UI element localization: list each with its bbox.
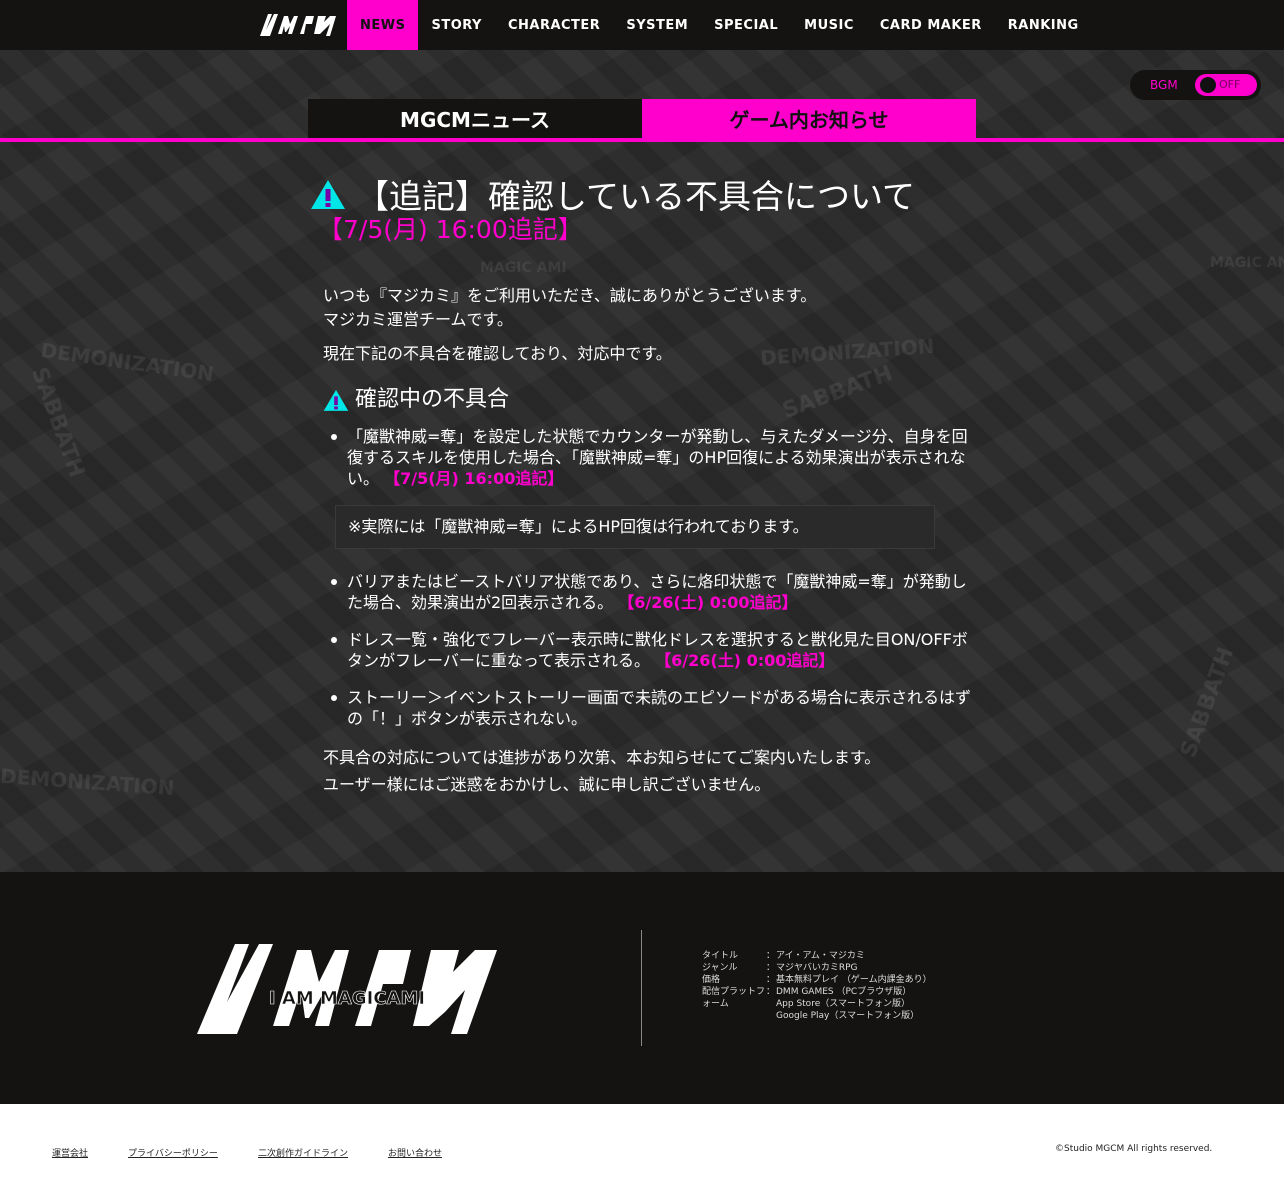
intro-line-1: いつも『マジカミ』をご利用いただき、誠にありがとうございます。 (323, 286, 817, 305)
info-key: 価格 (702, 975, 721, 985)
link-privacy-policy[interactable]: プライバシーポリシー (128, 1146, 218, 1159)
info-sep: ： (766, 987, 776, 997)
warning-icon (311, 180, 345, 209)
info-row: ジャンル ： マジヤバいカミRPG (702, 962, 932, 974)
nav-system[interactable]: SYSTEM (613, 0, 701, 50)
issue-item: ドレス一覧・強化でフレーバー表示時に獣化ドレスを選択すると獣化見た目ON/OFF… (323, 629, 978, 671)
info-value: App Store（スマートフォン版） (776, 999, 910, 1009)
bgm-label: BGM (1150, 78, 1178, 92)
magicami-logo[interactable] (258, 10, 338, 38)
info-row: タイトル ： アイ・アム・マジカミ (702, 950, 932, 962)
logo-text: I AM MAGICAMI (269, 988, 425, 1009)
issue-item: バリアまたはビーストバリア状態であり、さらに烙印状態で「魔獣神威=奪」が発動した… (323, 571, 978, 613)
tab-underline (0, 138, 1284, 142)
info-sep: ： (766, 951, 776, 961)
issue-update-tag: 【7/5(月) 16:00追記】 (384, 469, 564, 488)
article-body: いつも『マジカミ』をご利用いただき、誠にありがとうございます。 マジカミ運営チー… (323, 284, 978, 797)
info-value: マジヤバいカミRPG (776, 963, 858, 973)
magicami-logo-large: I AM MAGICAMI (197, 944, 497, 1034)
tab-mgcm-news[interactable]: MGCMニュース (308, 99, 642, 138)
info-row: Google Play（スマートフォン版） (702, 1010, 932, 1022)
info-value: 基本無料プレイ （ゲーム内課金あり） (776, 975, 932, 985)
section-heading: 確認中の不具合 (323, 388, 978, 412)
issue-update-tag: 【6/26(土) 0:00追記】 (618, 593, 798, 612)
info-sep (766, 998, 776, 1010)
info-value: Google Play（スマートフォン版） (776, 1011, 920, 1021)
nav-news[interactable]: NEWS (347, 0, 419, 50)
issue-text: ストーリー＞イベントストーリー画面で未読のエピソードがある場合に表示されるはずの… (347, 688, 972, 728)
closing-line-1: 不具合の対応については進捗があり次第、本お知らせにてご案内いたします。 (323, 748, 881, 767)
info-key: 配信プラットフ (702, 987, 766, 997)
main-nav: NEWS STORY CHARACTER SYSTEM SPECIAL MUSI… (347, 0, 1092, 50)
footer: I AM MAGICAMI タイトル ： アイ・アム・マジカミ ジャンル ： マ… (0, 872, 1284, 1104)
info-key: ォーム (702, 999, 729, 1009)
nav-ranking[interactable]: RANKING (995, 0, 1092, 50)
tab-game-notice[interactable]: ゲーム内お知らせ (642, 99, 976, 138)
info-value: DMM GAMES （PCブラウザ版） (776, 987, 912, 997)
info-row: 価格 ： 基本無料プレイ （ゲーム内課金あり） (702, 974, 932, 986)
info-row: ォーム App Store（スマートフォン版） (702, 998, 932, 1010)
intro-line-3: 現在下記の不具合を確認しており、対応中です。 (323, 344, 672, 363)
issue-item: ストーリー＞イベントストーリー画面で未読のエピソードがある場合に表示されるはずの… (323, 687, 978, 729)
issue-list: 「魔獣神威=奪」を設定した状態でカウンターが発動し、与えたダメージ分、自身を回復… (323, 426, 978, 489)
bgm-switch[interactable]: OFF (1195, 74, 1257, 96)
issue-item: 「魔獣神威=奪」を設定した状態でカウンターが発動し、与えたダメージ分、自身を回復… (323, 426, 978, 489)
bgm-switch-knob (1200, 77, 1216, 93)
bgm-state: OFF (1219, 78, 1241, 91)
info-sep: ： (766, 975, 776, 985)
nav-special[interactable]: SPECIAL (701, 0, 791, 50)
nav-story[interactable]: STORY (418, 0, 495, 50)
news-tabs: MGCMニュース ゲーム内お知らせ (308, 99, 976, 138)
copyright: ©Studio MGCM All rights reserved. (1055, 1144, 1213, 1154)
info-value: アイ・アム・マジカミ (776, 951, 865, 961)
intro-line-2: マジカミ運営チームです。 (323, 310, 513, 329)
link-company[interactable]: 運営会社 (52, 1146, 88, 1159)
link-fan-guideline[interactable]: 二次創作ガイドライン (258, 1146, 348, 1159)
nav-card-maker[interactable]: CARD MAKER (867, 0, 995, 50)
info-key: タイトル (702, 951, 739, 961)
section-title: 確認中の不具合 (355, 387, 510, 412)
info-sep: ： (766, 963, 776, 973)
game-info: タイトル ： アイ・アム・マジカミ ジャンル ： マジヤバいカミRPG 価格 ：… (702, 950, 932, 1022)
info-key: ジャンル (702, 963, 738, 973)
nav-music[interactable]: MUSIC (791, 0, 867, 50)
note-box: ※実際には「魔獣神威=奪」によるHP回復は行われております。 (335, 505, 935, 549)
nav-character[interactable]: CHARACTER (495, 0, 613, 50)
issue-update-tag: 【6/26(土) 0:00追記】 (655, 651, 835, 670)
bgm-toggle[interactable]: BGM OFF (1130, 70, 1261, 100)
warning-icon (323, 389, 349, 411)
info-key (702, 1010, 766, 1022)
bottom-bar: 運営会社 プライバシーポリシー 二次創作ガイドライン お問い合わせ ©Studi… (0, 1104, 1284, 1194)
top-navigation: NEWS STORY CHARACTER SYSTEM SPECIAL MUSI… (0, 0, 1284, 50)
info-sep (766, 1010, 776, 1022)
info-row: 配信プラットフ ： DMM GAMES （PCブラウザ版） (702, 986, 932, 998)
closing-line-2: ユーザー様にはご迷惑をおかけし、誠に申し訳ございません。 (323, 775, 771, 794)
article-subtitle: 【7/5(月) 16:00追記】 (318, 215, 583, 244)
footer-divider (641, 930, 642, 1046)
link-contact[interactable]: お問い合わせ (388, 1146, 442, 1159)
issue-list: バリアまたはビーストバリア状態であり、さらに烙印状態で「魔獣神威=奪」が発動した… (323, 571, 978, 729)
